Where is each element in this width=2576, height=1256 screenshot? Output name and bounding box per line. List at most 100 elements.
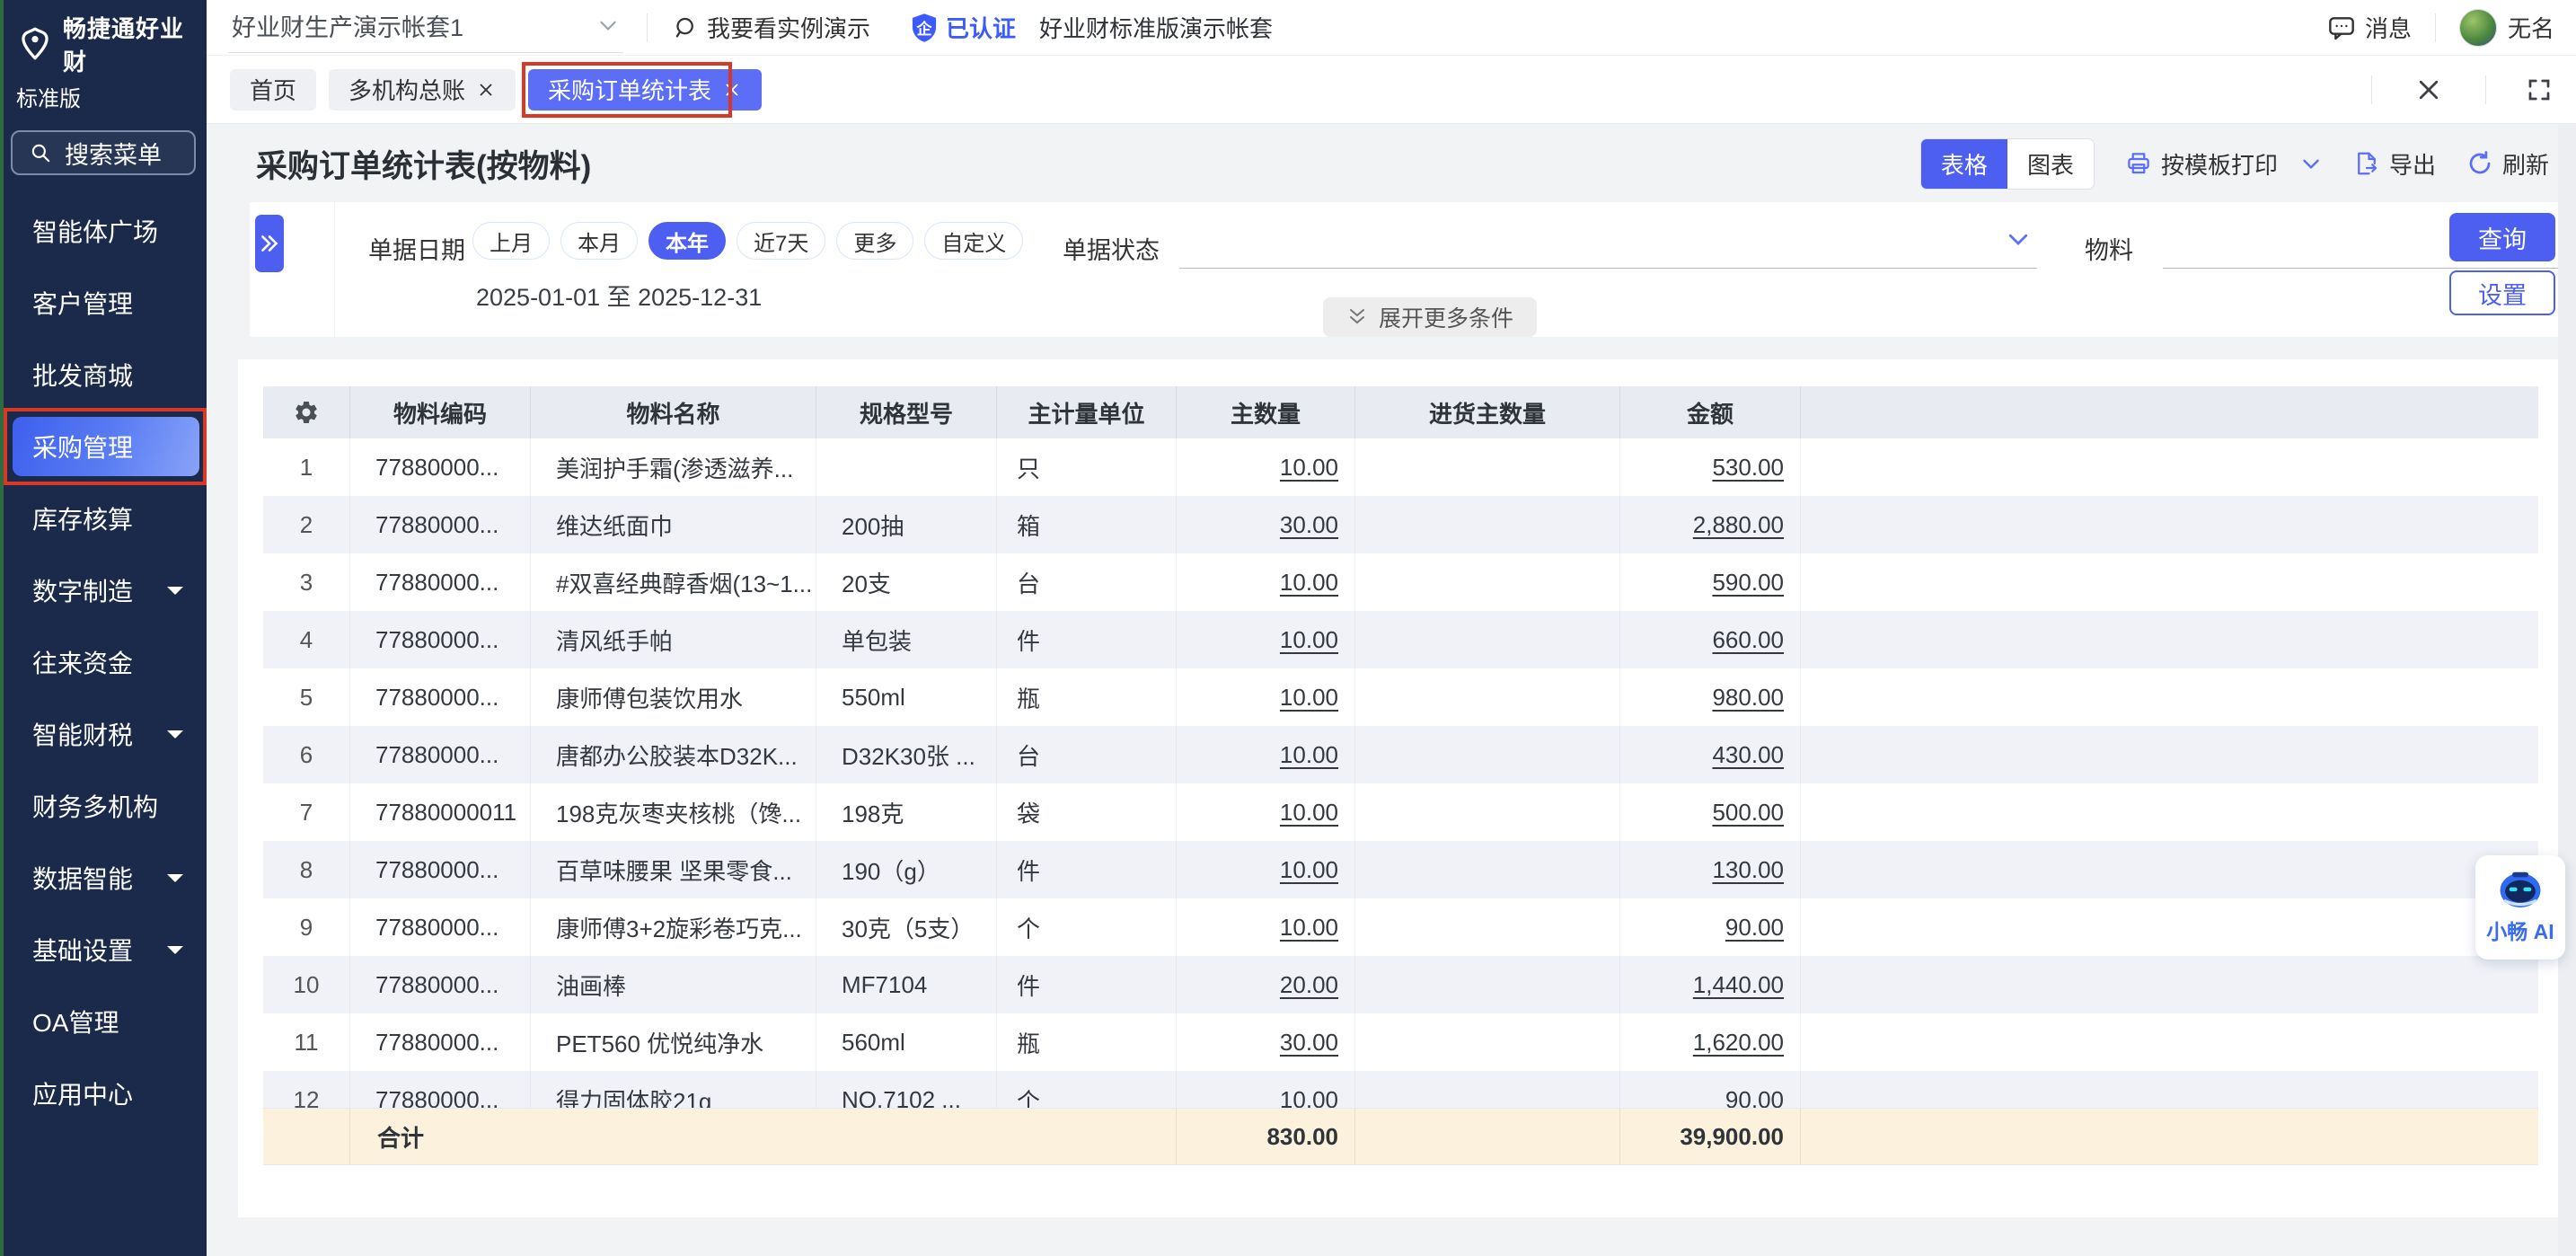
qty-link[interactable]: 10.00 xyxy=(1280,799,1338,827)
amount-link[interactable]: 90.00 xyxy=(1725,1086,1784,1109)
cell-purchase_qty xyxy=(1355,956,1620,1013)
cell-code: 77880000... xyxy=(350,898,531,956)
cell-no: 10 xyxy=(263,956,350,1013)
qty-link[interactable]: 10.00 xyxy=(1280,914,1338,942)
collapse-filters-button[interactable] xyxy=(255,215,284,272)
date-preset-本月[interactable]: 本月 xyxy=(560,222,638,260)
query-button[interactable]: 查询 xyxy=(2449,213,2555,261)
sidebar-item-采购管理[interactable]: 采购管理 xyxy=(0,411,207,482)
date-range-value[interactable]: 2025-01-01 至 2025-12-31 xyxy=(476,278,762,313)
sidebar-item-label: 采购管理 xyxy=(32,429,133,464)
cell-filler xyxy=(1801,438,2538,496)
column-header[interactable]: 主数量 xyxy=(1177,386,1355,438)
amount-link[interactable]: 980.00 xyxy=(1712,684,1784,712)
sidebar-item-label: 基础设置 xyxy=(32,932,133,968)
amount-link[interactable]: 1,620.00 xyxy=(1693,1029,1784,1057)
cell-purchase_qty xyxy=(1355,1071,1620,1108)
export-button[interactable]: 导出 xyxy=(2353,147,2436,181)
qty-link[interactable]: 10.00 xyxy=(1280,684,1338,712)
column-header[interactable]: 物料名称 xyxy=(531,386,816,438)
ai-assistant-button[interactable]: 小畅 AI xyxy=(2475,855,2565,960)
sidebar-item-批发商城[interactable]: 批发商城 xyxy=(0,339,207,411)
qty-link[interactable]: 10.00 xyxy=(1280,569,1338,597)
column-header[interactable]: 主计量单位 xyxy=(997,386,1177,438)
qty-link[interactable]: 10.00 xyxy=(1280,1086,1338,1109)
tab-close-icon[interactable] xyxy=(476,80,496,100)
material-filter-label: 物料 xyxy=(2085,231,2133,266)
cell-name: 维达纸面巾 xyxy=(531,496,816,553)
qty-link[interactable]: 10.00 xyxy=(1280,454,1338,482)
qty-link[interactable]: 10.00 xyxy=(1280,741,1338,769)
column-header[interactable]: 进货主数量 xyxy=(1355,386,1620,438)
print-by-template-button[interactable]: 按模板打印 xyxy=(2125,147,2323,181)
cell-unit: 台 xyxy=(997,553,1177,611)
amount-link[interactable]: 2,880.00 xyxy=(1693,511,1784,539)
column-header[interactable]: 物料编码 xyxy=(350,386,531,438)
sidebar-item-客户管理[interactable]: 客户管理 xyxy=(0,267,207,339)
amount-link[interactable]: 130.00 xyxy=(1712,856,1784,884)
messages-button[interactable]: 消息 xyxy=(2327,11,2412,44)
user-avatar[interactable] xyxy=(2459,9,2497,47)
date-preset-自定义[interactable]: 自定义 xyxy=(924,222,1023,260)
fullscreen-icon[interactable] xyxy=(2526,76,2553,103)
cell-unit: 只 xyxy=(997,438,1177,496)
view-toggle-table[interactable]: 表格 xyxy=(1921,139,2007,189)
qty-link[interactable]: 10.00 xyxy=(1280,856,1338,884)
certified-badge[interactable]: 企 已认证 xyxy=(910,11,1016,44)
sidebar-item-智能财税[interactable]: 智能财税 xyxy=(0,698,207,770)
cell-amount: 590.00 xyxy=(1620,553,1801,611)
status-select[interactable] xyxy=(1179,202,2037,269)
sidebar-item-财务多机构[interactable]: 财务多机构 xyxy=(0,770,207,842)
demo-link[interactable]: 我要看实例演示 xyxy=(671,11,870,44)
amount-link[interactable]: 90.00 xyxy=(1725,914,1784,942)
sidebar-search-input[interactable]: 搜索菜单 xyxy=(11,130,196,175)
sidebar-item-库存核算[interactable]: 库存核算 xyxy=(0,482,207,554)
amount-link[interactable]: 590.00 xyxy=(1712,569,1784,597)
sidebar-item-OA管理[interactable]: OA管理 xyxy=(0,986,207,1057)
brand-edition: 标准版 xyxy=(16,81,196,112)
qty-link[interactable]: 20.00 xyxy=(1280,971,1338,999)
view-toggle-chart[interactable]: 图表 xyxy=(2007,139,2094,189)
date-preset-更多[interactable]: 更多 xyxy=(836,222,913,260)
account-set-dropdown[interactable]: 好业财生产演示帐套1 xyxy=(228,3,623,53)
tab-首页[interactable]: 首页 xyxy=(230,69,316,111)
sidebar-item-智能体广场[interactable]: 智能体广场 xyxy=(0,195,207,267)
cell-qty: 30.00 xyxy=(1177,496,1355,553)
sidebar-item-往来资金[interactable]: 往来资金 xyxy=(0,626,207,698)
date-preset-近7天[interactable]: 近7天 xyxy=(737,222,825,260)
sidebar-item-基础设置[interactable]: 基础设置 xyxy=(0,914,207,986)
tab-采购订单统计表[interactable]: 采购订单统计表 xyxy=(528,69,762,111)
cell-qty: 10.00 xyxy=(1177,611,1355,668)
right-edge-strip xyxy=(2558,124,2576,1256)
cell-filler xyxy=(1801,1013,2538,1071)
settings-button[interactable]: 设置 xyxy=(2449,270,2555,315)
cell-no: 1 xyxy=(263,438,350,496)
qty-link[interactable]: 30.00 xyxy=(1280,511,1338,539)
chevron-down-icon[interactable] xyxy=(2299,152,2323,175)
amount-link[interactable]: 1,440.00 xyxy=(1693,971,1784,999)
cell-name: 油画棒 xyxy=(531,956,816,1013)
sidebar-item-数字制造[interactable]: 数字制造 xyxy=(0,554,207,626)
amount-link[interactable]: 530.00 xyxy=(1712,454,1784,482)
date-preset-本年[interactable]: 本年 xyxy=(648,222,726,260)
column-header[interactable]: 金额 xyxy=(1620,386,1801,438)
sidebar-item-label: 数字制造 xyxy=(32,572,133,608)
sidebar-item-数据智能[interactable]: 数据智能 xyxy=(0,842,207,914)
qty-link[interactable]: 30.00 xyxy=(1280,1029,1338,1057)
tab-close-icon[interactable] xyxy=(722,80,742,100)
cell-filler xyxy=(1801,841,2538,898)
sidebar-item-label: OA管理 xyxy=(32,1004,119,1039)
column-settings-button[interactable] xyxy=(263,386,350,438)
column-header[interactable]: 规格型号 xyxy=(816,386,997,438)
amount-link[interactable]: 500.00 xyxy=(1712,799,1784,827)
tab-多机构总账[interactable]: 多机构总账 xyxy=(329,69,516,111)
amount-link[interactable]: 660.00 xyxy=(1712,626,1784,654)
date-preset-上月[interactable]: 上月 xyxy=(472,222,550,260)
close-all-tabs-icon[interactable] xyxy=(2415,76,2442,103)
qty-link[interactable]: 10.00 xyxy=(1280,626,1338,654)
expand-more-conditions-button[interactable]: 展开更多条件 xyxy=(1323,297,1537,337)
refresh-button[interactable]: 刷新 xyxy=(2466,147,2549,181)
sidebar-item-应用中心[interactable]: 应用中心 xyxy=(0,1057,207,1129)
amount-link[interactable]: 430.00 xyxy=(1712,741,1784,769)
sidebar-item-label: 智能体广场 xyxy=(32,213,158,249)
